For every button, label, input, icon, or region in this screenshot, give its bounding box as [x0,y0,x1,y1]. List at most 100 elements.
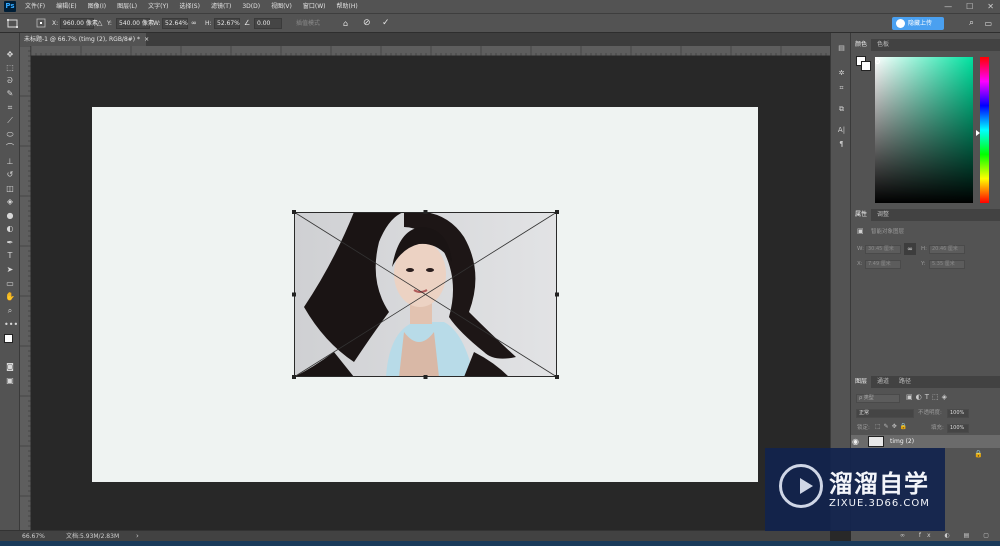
height-field[interactable]: 52.67% [214,18,240,29]
x-position-field[interactable]: 960.00 像素 [60,18,98,29]
menu-layer[interactable]: 图层(L) [117,0,137,13]
menu-window[interactable]: 窗口(W) [303,0,326,13]
close-tab-icon[interactable]: × [144,36,149,43]
opacity-field[interactable]: 100% [947,409,969,418]
menu-type[interactable]: 文字(Y) [148,0,168,13]
warp-mode-icon[interactable]: ⌂ [343,18,348,29]
history-brush-tool-icon[interactable]: ↺ [4,169,16,180]
move-tool-icon[interactable]: ✥ [4,49,16,60]
zoom-tool-icon[interactable]: ⌕ [4,305,16,316]
menu-file[interactable]: 文件(F) [25,0,45,13]
color-picker-cursor[interactable] [875,59,880,64]
quick-mask-icon[interactable]: ◙ [4,361,16,372]
brush-panel-icon[interactable]: ⌗ [836,83,847,93]
reference-point-icon[interactable] [36,18,46,29]
blend-mode-dropdown[interactable]: 正常 [856,409,914,418]
cancel-transform-icon[interactable]: ⊘ [363,18,371,29]
more-tools-icon[interactable]: ••• [4,319,18,330]
relative-position-icon[interactable]: △ [97,18,102,29]
screen-mode-icon[interactable]: ▣ [4,375,16,386]
menu-edit[interactable]: 编辑(E) [56,0,76,13]
prop-x-field[interactable]: 7.49 厘米 [865,260,901,269]
layer-name[interactable]: timg (2) [890,435,914,448]
tab-layers[interactable]: 图层 [851,376,872,388]
prop-width-field[interactable]: 30.45 厘米 [865,245,901,254]
h-label: H: [205,20,212,27]
fill-field[interactable]: 100% [947,424,969,433]
color-background-swatch[interactable] [861,61,871,71]
dodge-tool-icon[interactable]: ◐ [4,223,16,234]
color-picker-field[interactable] [875,57,973,203]
cloud-upload-button[interactable]: 隐藏上传 [892,17,944,30]
w-label: W: [153,20,161,27]
interpolation-dropdown[interactable]: 插值模式 [296,18,320,29]
tab-paths[interactable]: 路径 [895,376,915,388]
adjustments-panel-icon[interactable]: ✲ [836,68,847,78]
zoom-level[interactable]: 66.67% [22,532,45,541]
menu-filter[interactable]: 滤镜(T) [211,0,231,13]
menu-image[interactable]: 图像(I) [88,0,106,13]
layer-lock-icon: 🔒 [974,450,983,458]
menu-select[interactable]: 选择(S) [179,0,200,13]
path-select-tool-icon[interactable]: ➤ [4,264,16,275]
history-panel-icon[interactable]: ▤ [836,43,847,53]
rectangle-tool-icon[interactable]: ▭ [4,278,16,289]
layers-bottom-icons[interactable]: ∞ fx ◐ ▤ ▢ ⌫ [900,532,1000,539]
prop-x-label: X: [857,261,863,267]
lock-icons[interactable]: ⬚✎✥🔒 [875,423,910,430]
width-field[interactable]: 52.64% [162,18,188,29]
transform-tool-icon[interactable] [6,18,20,29]
clone-stamp-tool-icon[interactable]: ⊥ [4,156,16,167]
document-tab[interactable]: 未标题-1 @ 66.7% (timg (2), RGB/8#) * × [20,33,149,46]
quick-select-tool-icon[interactable]: ✎ [4,88,16,99]
menu-view[interactable]: 视图(V) [271,0,292,13]
foreground-color-swatch[interactable] [4,334,13,343]
layer-thumbnail [868,436,884,447]
clone-source-panel-icon[interactable]: ⧉ [836,104,847,114]
play-icon [800,478,813,494]
hue-slider[interactable] [980,57,989,203]
eyedropper-tool-icon[interactable]: ⟋ [4,115,16,126]
hand-tool-icon[interactable]: ✋ [4,291,16,302]
layer-visibility-eye-icon[interactable]: ◉ [852,435,859,448]
tab-adjustments[interactable]: 调整 [873,209,893,221]
status-arrow-icon[interactable]: › [136,531,139,541]
tab-properties[interactable]: 属性 [851,209,872,221]
lasso-tool-icon[interactable]: ᘐ [4,75,16,86]
document-size-info[interactable]: 文档:5.93M/2.83M [66,532,119,541]
pen-tool-icon[interactable]: ✒ [4,237,16,248]
prop-y-field[interactable]: 5.35 厘米 [929,260,965,269]
workspace-icon[interactable]: ▭ [984,18,992,29]
prop-link-icon[interactable]: ∞ [904,243,916,255]
angle-field[interactable]: 0.00 [254,18,282,29]
marquee-tool-icon[interactable]: ⬚ [4,62,16,73]
minimize-button[interactable]: — [944,2,952,11]
prop-height-field[interactable]: 20.46 厘米 [929,245,965,254]
paint-bucket-tool-icon[interactable]: ◈ [4,196,16,207]
commit-transform-icon[interactable]: ✓ [382,18,390,29]
layer-filter-dropdown[interactable]: ρ 类型 [856,394,900,403]
layer-filter-icons[interactable]: ▣◐T⬚◈ [906,393,950,401]
link-icon[interactable]: ∞ [191,18,197,29]
tab-channels[interactable]: 通道 [873,376,893,388]
tab-color[interactable]: 颜色 [851,39,872,51]
healing-brush-tool-icon[interactable]: ⬭ [4,129,16,140]
close-button[interactable]: ✕ [987,2,994,11]
free-transform-box[interactable] [292,210,559,379]
document-tab-bar: 未标题-1 @ 66.7% (timg (2), RGB/8#) * × [20,33,830,46]
layer-row-selected[interactable]: ◉ timg (2) [851,435,1000,448]
crop-tool-icon[interactable]: ⌗ [4,102,16,113]
brush-tool-icon[interactable]: ⌒ [4,142,16,153]
y-position-field[interactable]: 540.00 像素 [116,18,154,29]
menu-help[interactable]: 帮助(H) [337,0,358,13]
tab-swatches[interactable]: 色板 [873,39,893,51]
hue-slider-handle[interactable] [976,130,980,136]
eraser-tool-icon[interactable]: ◫ [4,183,16,194]
type-tool-icon[interactable]: T [4,250,16,261]
blur-tool-icon[interactable]: ● [4,210,16,221]
paragraph-panel-icon[interactable]: ¶ [836,139,847,149]
search-icon[interactable]: ⌕ [969,18,974,29]
maximize-button[interactable]: ☐ [966,2,973,11]
character-panel-icon[interactable]: A| [836,125,847,135]
menu-3d[interactable]: 3D(D) [242,0,260,13]
